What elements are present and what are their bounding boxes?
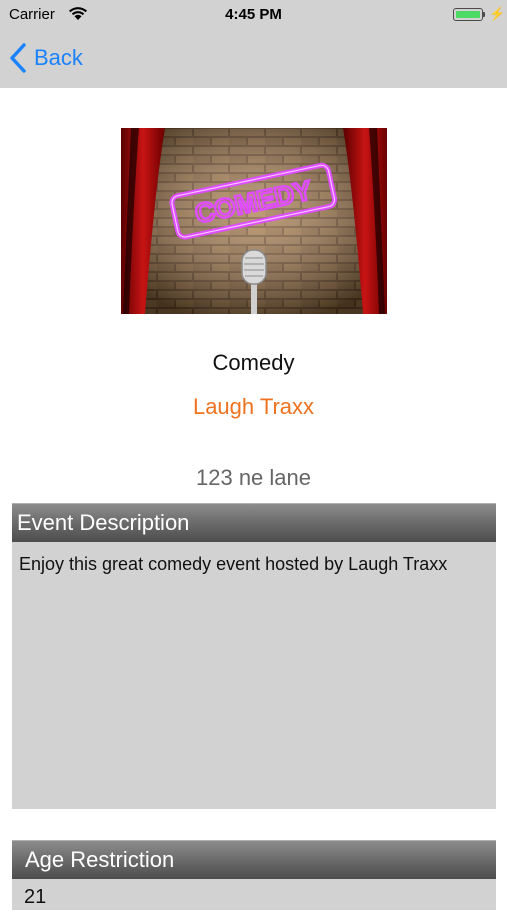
battery-level-fill xyxy=(455,10,480,18)
back-button[interactable]: Back xyxy=(8,40,83,76)
age-restriction-value: 21 xyxy=(24,886,47,908)
event-address: 123 ne lane xyxy=(196,465,311,490)
battery-cap xyxy=(483,12,485,17)
event-description-section: Event Description Enjoy this great comed… xyxy=(12,503,496,809)
event-image: COMEDY xyxy=(121,128,387,314)
chevron-left-icon xyxy=(10,43,26,73)
event-title: Comedy xyxy=(212,350,295,375)
status-bar: Carrier 4:45 PM ⚡ xyxy=(0,0,507,30)
charging-bolt-icon: ⚡ xyxy=(489,6,506,21)
comedy-stage-illustration: COMEDY xyxy=(121,128,387,314)
battery-icon xyxy=(453,8,483,21)
host-name: Laugh Traxx xyxy=(192,394,315,419)
age-restriction-header: Age Restriction xyxy=(12,840,496,879)
status-time: 4:45 PM xyxy=(225,6,282,23)
navigation-bar: Back xyxy=(0,30,507,88)
event-description-text: Enjoy this great comedy event hosted by … xyxy=(19,554,448,574)
back-label: Back xyxy=(34,45,83,70)
event-description-header: Event Description xyxy=(12,503,496,542)
